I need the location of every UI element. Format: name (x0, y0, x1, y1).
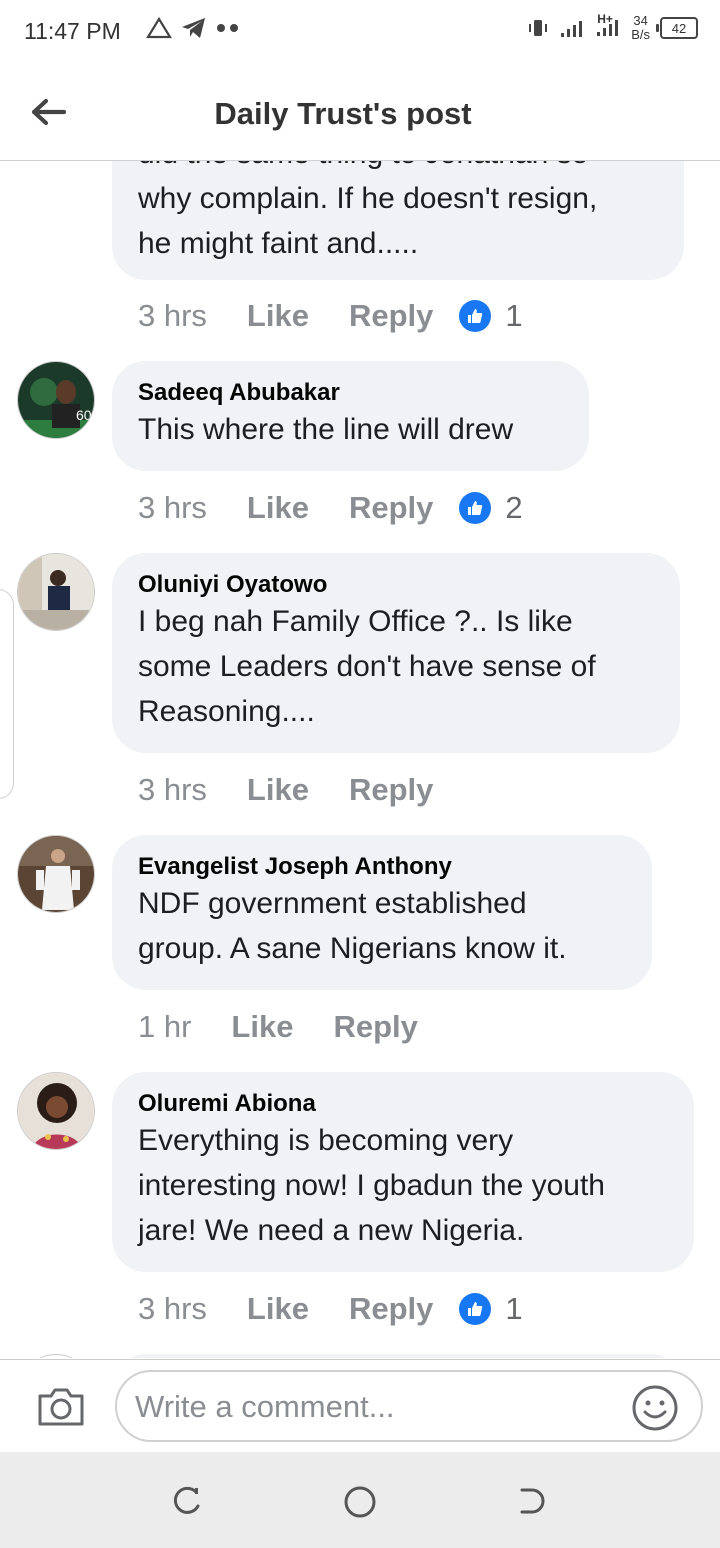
reply-button[interactable]: Reply (349, 490, 433, 526)
reaction-count: 1 (505, 1291, 523, 1326)
avatar[interactable] (17, 553, 95, 631)
network-type: H+ (597, 11, 613, 26)
home-icon[interactable] (342, 1484, 378, 1520)
comment-actions: 1 hr Like Reply (138, 1009, 444, 1045)
comment-author[interactable]: Sadeeq Abubakar (138, 379, 563, 407)
comment-line: Everything is becoming very (138, 1124, 514, 1157)
camera-icon[interactable] (36, 1386, 86, 1428)
comment-bubble[interactable]: Evangelist Joseph Anthony NDF government… (112, 835, 652, 990)
reaction-count: 2 (505, 490, 523, 525)
more-dots-icon (217, 24, 238, 32)
comment-line: This where the line will drew (138, 413, 514, 446)
like-button[interactable]: Like (247, 1291, 309, 1327)
comment-line: he might faint and..... (138, 227, 419, 260)
net-speed: 34 B/s (631, 14, 650, 42)
comment-line: NDF government established (138, 887, 527, 920)
thumbs-up-icon (459, 1293, 492, 1325)
reply-button[interactable]: Reply (349, 772, 433, 808)
comment-actions: 3 hrs Like Reply (138, 772, 459, 808)
telegram-icon (182, 18, 205, 38)
battery-level: 42 (671, 20, 687, 36)
comments-list: did the same thing to Jonathan so why co… (0, 161, 720, 1358)
comment-actions: 3 hrs Like Reply 1 (138, 1291, 523, 1327)
page-title: Daily Trust's post (214, 96, 472, 131)
comment-line: interesting now! I gbadun the youth (138, 1169, 605, 1202)
comment-input-box[interactable] (115, 1370, 703, 1442)
comment-time: 3 hrs (138, 490, 207, 525)
comment-time: 3 hrs (138, 298, 207, 333)
comment-composer (0, 1359, 720, 1452)
status-time: 11:47 PM (24, 18, 121, 44)
comment-line: why complain. If he doesn't resign, (138, 182, 598, 215)
comment-author[interactable]: Evangelist Joseph Anthony (138, 853, 626, 881)
thumbs-up-icon (459, 492, 492, 524)
comment-bubble[interactable]: did the same thing to Jonathan so why co… (112, 161, 684, 280)
recents-icon[interactable] (170, 1484, 204, 1518)
avatar[interactable]: 60 (17, 361, 95, 439)
net-speed-value: 34 (633, 13, 648, 28)
scroll-edge-indicator (0, 589, 14, 799)
comment-line: Reasoning.... (138, 695, 315, 728)
comment-bubble[interactable]: Sadeeq Abubakar This where the line will… (112, 361, 589, 471)
comment-line: some Leaders don't have sense of (138, 650, 596, 683)
like-button[interactable]: Like (247, 772, 309, 808)
comment-input[interactable] (133, 1388, 627, 1426)
like-button[interactable]: Like (247, 490, 309, 526)
warning-icon (146, 16, 172, 39)
comment-line: did the same thing to Jonathan so (138, 161, 658, 176)
avatar[interactable] (17, 1072, 95, 1150)
back-icon[interactable] (514, 1484, 548, 1518)
status-bar: 11:47 PM H+ 34 B/s 42 (0, 0, 720, 64)
signal-icon-1 (561, 21, 583, 37)
comment-author[interactable]: Oluniyi Oyatowo (138, 571, 654, 599)
comment-time: 3 hrs (138, 1291, 207, 1326)
comment-actions: 3 hrs Like Reply 2 (138, 490, 523, 526)
thumbs-up-icon (459, 300, 492, 332)
like-button[interactable]: Like (247, 298, 309, 334)
comment-bubble[interactable] (112, 1354, 684, 1358)
avatar[interactable] (17, 1354, 95, 1358)
svg-text:60: 60 (76, 407, 92, 423)
app-bar: Daily Trust's post (0, 64, 720, 161)
comment-author[interactable]: Oluremi Abiona (138, 1090, 668, 1118)
comment-line: group. A sane Nigerians know it. (138, 932, 567, 965)
system-nav-bar (0, 1452, 720, 1548)
reply-button[interactable]: Reply (333, 1009, 417, 1045)
signal-hplus: H+ (595, 12, 621, 41)
comment-line: I beg nah Family Office ?.. Is like (138, 605, 573, 638)
reply-button[interactable]: Reply (349, 298, 433, 334)
avatar[interactable] (17, 835, 95, 913)
battery-icon: 42 (656, 17, 698, 39)
comment-time: 3 hrs (138, 772, 207, 807)
status-notification-icons (146, 16, 240, 40)
comment-actions: 3 hrs Like Reply 1 (138, 298, 523, 334)
comment-line: jare! We need a new Nigeria. (138, 1214, 525, 1247)
vibrate-icon (529, 20, 548, 36)
reply-button[interactable]: Reply (349, 1291, 433, 1327)
status-right-icons: H+ 34 B/s 42 (527, 12, 698, 42)
comment-bubble[interactable]: Oluremi Abiona Everything is becoming ve… (112, 1072, 694, 1272)
comment-bubble[interactable]: Oluniyi Oyatowo I beg nah Family Office … (112, 553, 680, 753)
reaction-count: 1 (505, 298, 523, 333)
like-button[interactable]: Like (231, 1009, 293, 1045)
comment-time: 1 hr (138, 1009, 192, 1044)
emoji-icon[interactable] (631, 1384, 679, 1432)
net-speed-unit: B/s (631, 27, 650, 42)
